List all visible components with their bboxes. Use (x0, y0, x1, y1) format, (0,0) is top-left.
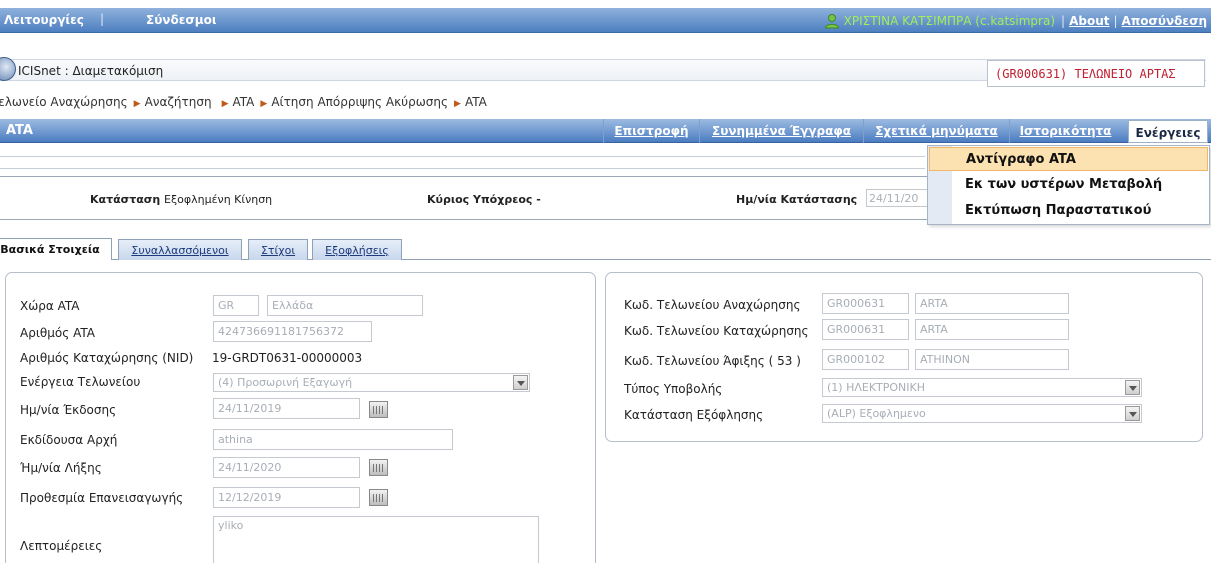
expiry-date-label: Ήμ/νία Λήξης (20, 461, 102, 475)
app-header: ICISnet : Διαμετακόμιση (GR000631) ΤΕΛΩΝ… (0, 42, 1211, 88)
top-menu-bar: Λειτουργίες | Σύνδεσμοι ΧΡΙΣΤΙΝΑ ΚΑΤΣΙΜΠ… (0, 8, 1211, 33)
nid-label: Αριθμός Καταχώρησης (NID) (20, 351, 194, 365)
submission-type-label: Τύπος Υποβολής (624, 382, 723, 396)
menu-item-subsequent-change[interactable]: Εκ των υστέρων Μεταβολή (929, 173, 1208, 197)
arrival-office-name[interactable]: ATHINON (915, 349, 1069, 370)
submission-type-value: (1) ΗΛΕΚΤΡΟΝΙΚΗ (827, 381, 926, 394)
divider (0, 156, 925, 157)
app-title: ICISnet : Διαμετακόμιση (18, 64, 164, 78)
breadcrumb-item[interactable]: ATA (233, 95, 255, 109)
customs-action-select[interactable]: (4) Προσωρινή Εξαγωγή (213, 373, 530, 392)
action-bar: ATA Επιστροφή Συνημμένα Έγγραφα Σχετικά … (0, 119, 1211, 143)
history-button[interactable]: Ιστορικότητα (1009, 119, 1121, 143)
chevron-down-icon[interactable] (1125, 380, 1140, 395)
basic-info-panel: Χώρα ATA GR Ελλάδα Αριθμός ATA 424736691… (5, 272, 596, 563)
breadcrumb-item[interactable]: Αναζήτηση (145, 95, 212, 109)
reimport-deadline-field[interactable]: 12/12/2019 (213, 487, 360, 508)
status-obligor: Κύριος Υπόχρεος - (427, 193, 541, 206)
departure-office-code[interactable]: GR000631 (822, 293, 909, 314)
issue-date-field[interactable]: 24/11/2019 (213, 398, 360, 419)
menu-separator: | (100, 12, 105, 26)
actions-dropdown-menu: Αντίγραφο ATA Εκ των υστέρων Μεταβολή Εκ… (927, 145, 1210, 225)
logout-link[interactable]: Αποσύνδεση (1118, 14, 1211, 28)
departure-office-label: Κωδ. Τελωνείου Αναχώρησης (624, 298, 801, 312)
tab-traders[interactable]: Συναλλασσόμενοι (118, 239, 242, 260)
breadcrumb: Τελωνείο Αναχώρησης ▶ Αναζήτηση ▶ ATA ▶ Αίτηση… (0, 95, 487, 109)
country-label: Χώρα ATA (20, 299, 80, 313)
breadcrumb-item[interactable]: Αίτηση Απόρριψης Ακύρωσης (271, 95, 448, 109)
divider (0, 168, 925, 169)
breadcrumb-item: ATA (464, 95, 487, 109)
user-name: ΧΡΙΣΤΙΝΑ ΚΑΤΣΙΜΠΡΑ (c.katsimpra) (843, 13, 1056, 28)
status-date-label: Ημ/νία Κατάστασης (736, 193, 858, 206)
details-textarea[interactable]: yliko (213, 516, 539, 563)
chevron-down-icon[interactable] (1125, 406, 1140, 421)
issuing-authority-field[interactable]: athina (213, 429, 453, 450)
attached-documents-button[interactable]: Συνημμένα Έγγραφα (699, 119, 863, 143)
calendar-icon[interactable] (369, 401, 388, 418)
user-icon (824, 13, 839, 28)
customs-office-box: (GR000631) ΤΕΛΩΝΕΙΟ ΑΡΤΑΣ (987, 60, 1205, 87)
nid-value: 19-GRDT0631-00000003 (212, 351, 363, 365)
ata-number-field[interactable]: 424736691181756372 (213, 321, 372, 342)
breadcrumb-item[interactable]: Τελωνείο Αναχώρησης (0, 95, 128, 109)
departure-office-name[interactable]: ARTA (915, 293, 1069, 314)
return-button[interactable]: Επιστροφή (603, 119, 699, 143)
status-obligor-label: Κύριος Υπόχρεος (427, 193, 533, 206)
calendar-icon[interactable] (369, 489, 388, 506)
tab-payments[interactable]: Εξοφλήσεις (312, 239, 402, 260)
status-obligor-value: - (536, 193, 541, 206)
tab-bar: Βασικά Στοιχεία Συναλλασσόμενοι Στίχοι Ε… (0, 236, 1211, 260)
details-label: Λεπτομέρειες (20, 539, 103, 553)
payment-status-value: (ALP) Εξοφλημενο (827, 407, 926, 420)
payment-status-label: Κατάσταση Εξόφλησης (624, 408, 764, 422)
issue-date-label: Ημ/νία Έκδοσης (20, 403, 117, 417)
status-state-value: Εξοφλημένη Κίνηση (164, 193, 273, 206)
offices-panel: Κωδ. Τελωνείου Αναχώρησης GR000631 ARTA … (605, 272, 1203, 442)
country-name-field[interactable]: Ελλάδα (267, 295, 423, 316)
about-link[interactable]: About (1065, 14, 1113, 28)
user-block: ΧΡΙΣΤΙΝΑ ΚΑΤΣΙΜΠΡΑ (c.katsimpra) | About… (824, 11, 1211, 30)
breadcrumb-arrow-icon: ▶ (260, 99, 268, 109)
registration-office-label: Κωδ. Τελωνείου Καταχώρησης (624, 324, 809, 338)
menu-functions[interactable]: Λειτουργίες (4, 13, 84, 27)
status-state-label: Κατάσταση (90, 193, 161, 206)
breadcrumb-arrow-icon: ▶ (221, 99, 229, 109)
menu-item-copy-ata[interactable]: Αντίγραφο ATA (929, 147, 1208, 171)
customs-action-value: (4) Προσωρινή Εξαγωγή (218, 376, 353, 389)
reimport-deadline-label: Προθεσμία Επανεισαγωγής (20, 491, 184, 505)
tab-basic-info[interactable]: Βασικά Στοιχεία (0, 238, 112, 260)
arrival-office-label: Κωδ. Τελωνείου Άφιξης ( 53 ) (624, 354, 801, 368)
arrival-office-code[interactable]: GR000102 (822, 349, 909, 370)
status-date-field[interactable]: 24/11/20 (866, 189, 936, 207)
registration-office-code[interactable]: GR000631 (822, 319, 909, 340)
customs-action-label: Ενέργεια Τελωνείου (20, 375, 141, 389)
chevron-down-icon[interactable] (513, 375, 528, 390)
actions-menu-button[interactable]: Ενέργειες (1128, 120, 1208, 143)
expiry-date-field[interactable]: 24/11/2020 (213, 457, 360, 478)
related-messages-button[interactable]: Σχετικά μηνύματα (863, 119, 1009, 143)
action-bar-title: ATA (6, 123, 33, 138)
breadcrumb-arrow-icon: ▶ (133, 99, 141, 109)
payment-status-select[interactable]: (ALP) Εξοφλημενο (822, 404, 1142, 423)
breadcrumb-arrow-icon: ▶ (454, 99, 461, 109)
ata-number-label: Αριθμός ATA (20, 326, 95, 340)
submission-type-select[interactable]: (1) ΗΛΕΚΤΡΟΝΙΚΗ (822, 378, 1142, 397)
menu-item-print-document[interactable]: Εκτύπωση Παραστατικού (929, 199, 1208, 223)
status-row: Κατάσταση Εξοφλημένη Κίνηση Κύριος Υπόχρ… (0, 176, 936, 220)
menu-links[interactable]: Σύνδεσμοι (146, 13, 217, 27)
country-code-field[interactable]: GR (213, 295, 259, 316)
calendar-icon[interactable] (369, 459, 388, 476)
issuing-authority-label: Εκδίδουσα Αρχή (20, 433, 118, 447)
status-state: Κατάσταση Εξοφλημένη Κίνηση (90, 193, 272, 206)
tab-items[interactable]: Στίχοι (248, 239, 308, 260)
registration-office-name[interactable]: ARTA (915, 319, 1069, 340)
